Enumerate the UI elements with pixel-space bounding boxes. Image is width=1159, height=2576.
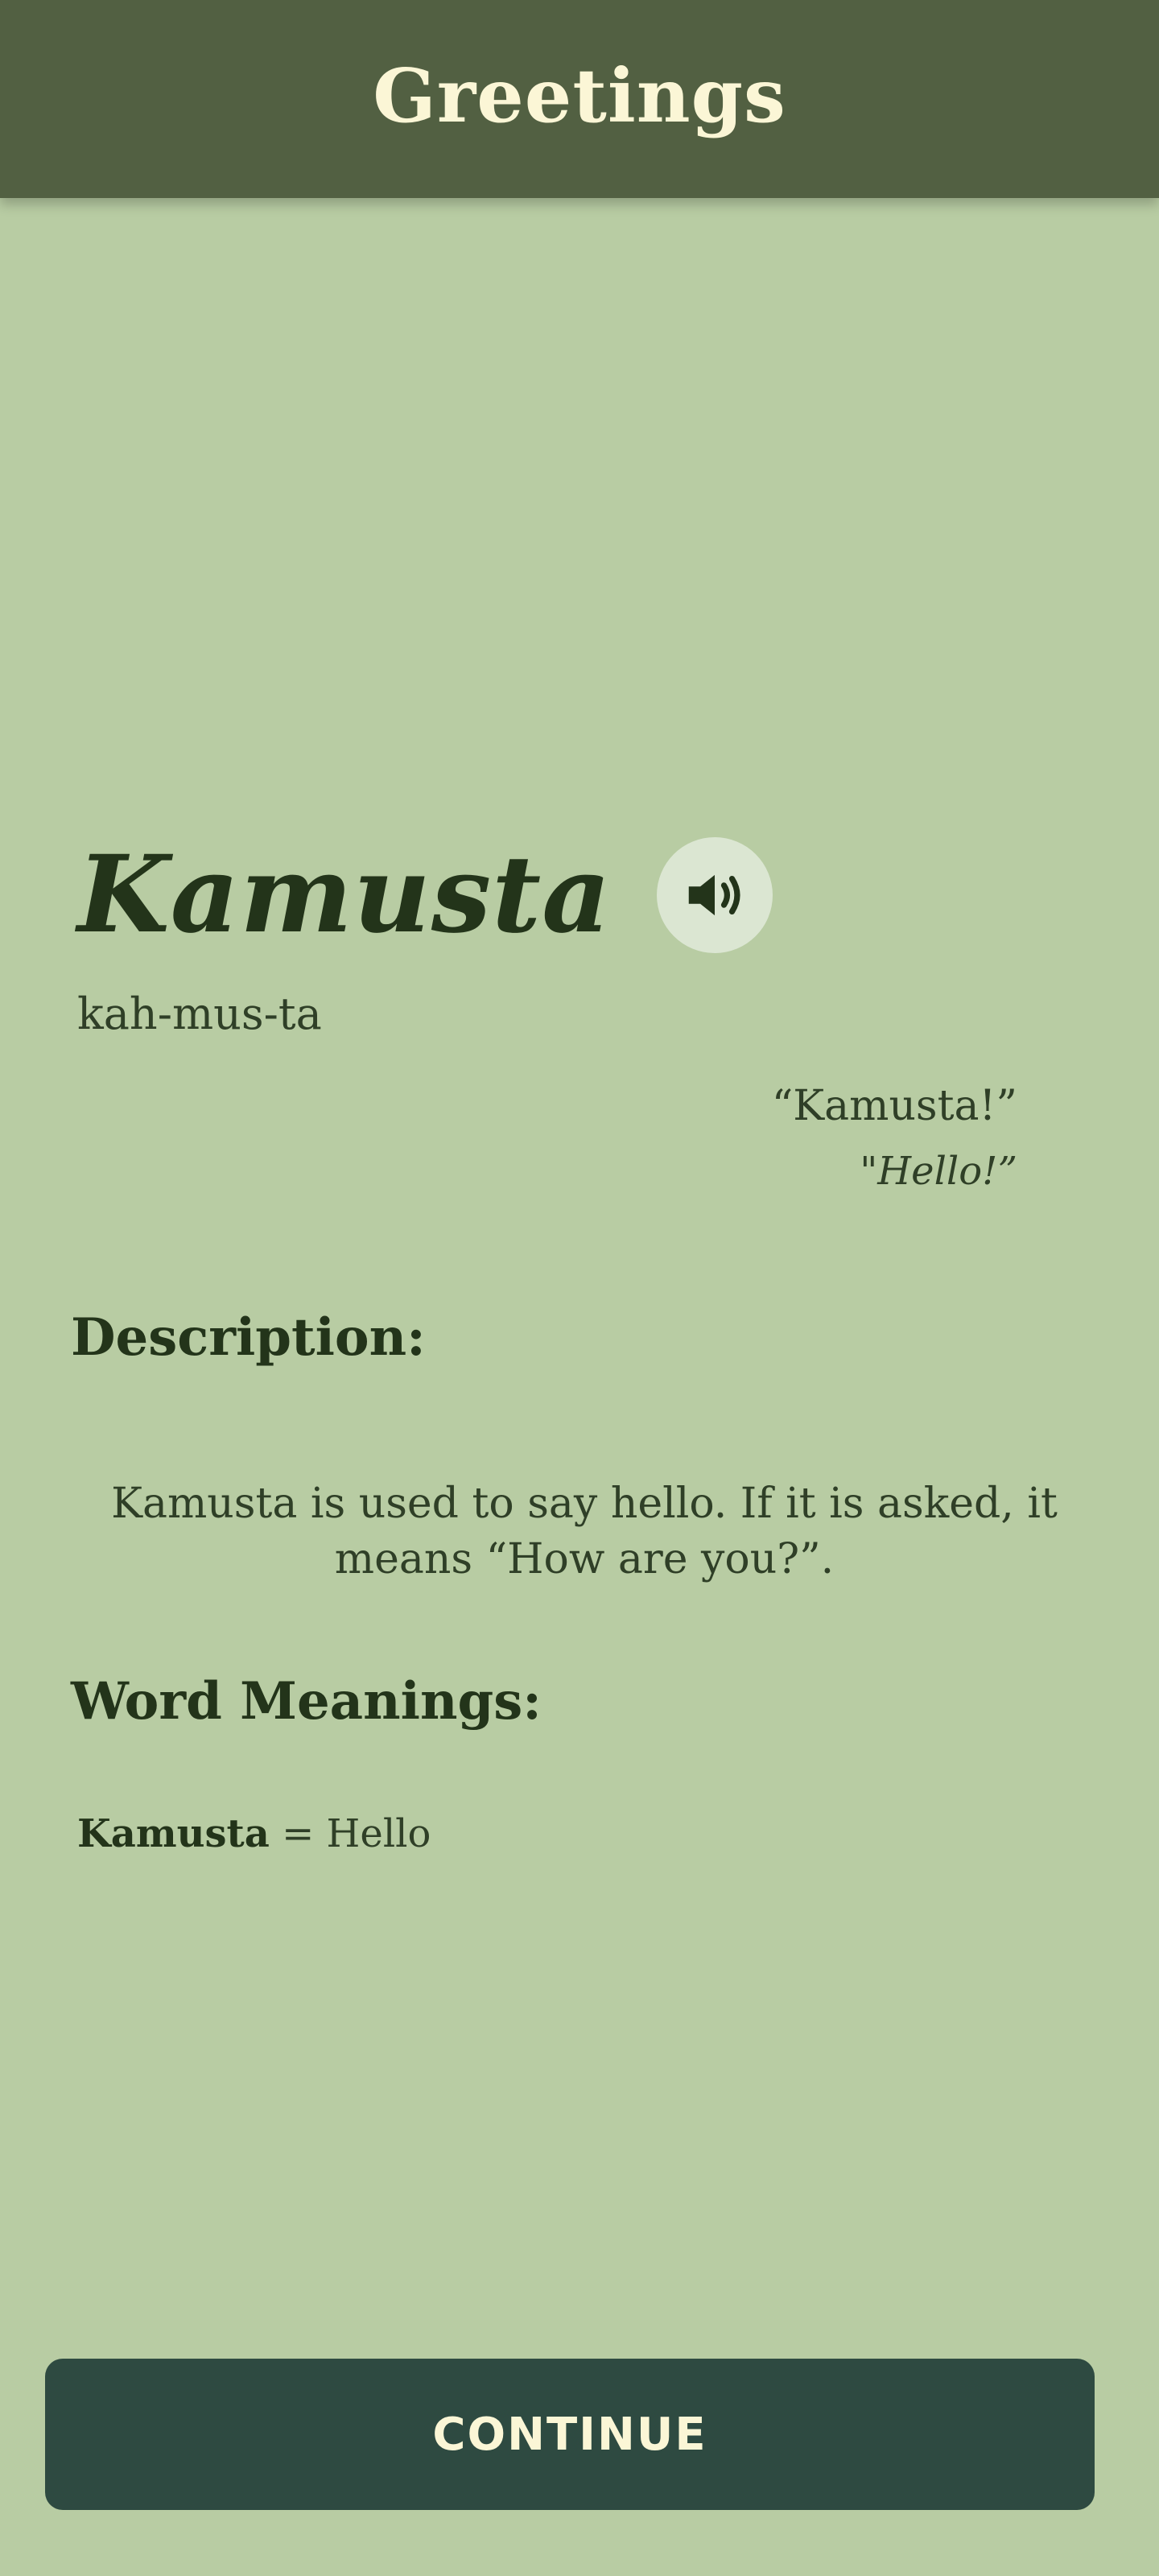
word-meaning-item: Kamusta = Hello [77, 1811, 431, 1856]
meaning-term: Kamusta [77, 1811, 270, 1856]
speaker-volume-icon [688, 874, 740, 916]
example-phrase: “Kamusta!” [771, 1082, 1017, 1130]
word-row: Kamusta [77, 837, 773, 953]
example-sentence: “Kamusta!” "Hello!” [771, 1082, 1017, 1195]
continue-button-label: CONTINUE [432, 2408, 707, 2461]
example-translation: "Hello!” [860, 1149, 1017, 1195]
pronunciation: kah-mus-ta [77, 989, 322, 1039]
word-meanings-heading: Word Meanings: [71, 1671, 542, 1732]
continue-button[interactable]: CONTINUE [45, 2359, 1095, 2510]
play-audio-button[interactable] [656, 837, 773, 953]
meaning-value: Hello [326, 1811, 431, 1856]
meaning-separator: = [269, 1811, 327, 1856]
description-heading: Description: [71, 1307, 426, 1368]
app-header: Greetings [0, 0, 1159, 198]
page-title: Greetings [373, 52, 786, 139]
description-text: Kamusta is used to say hello. If it is a… [111, 1480, 1058, 1583]
vocabulary-word: Kamusta [77, 832, 612, 957]
